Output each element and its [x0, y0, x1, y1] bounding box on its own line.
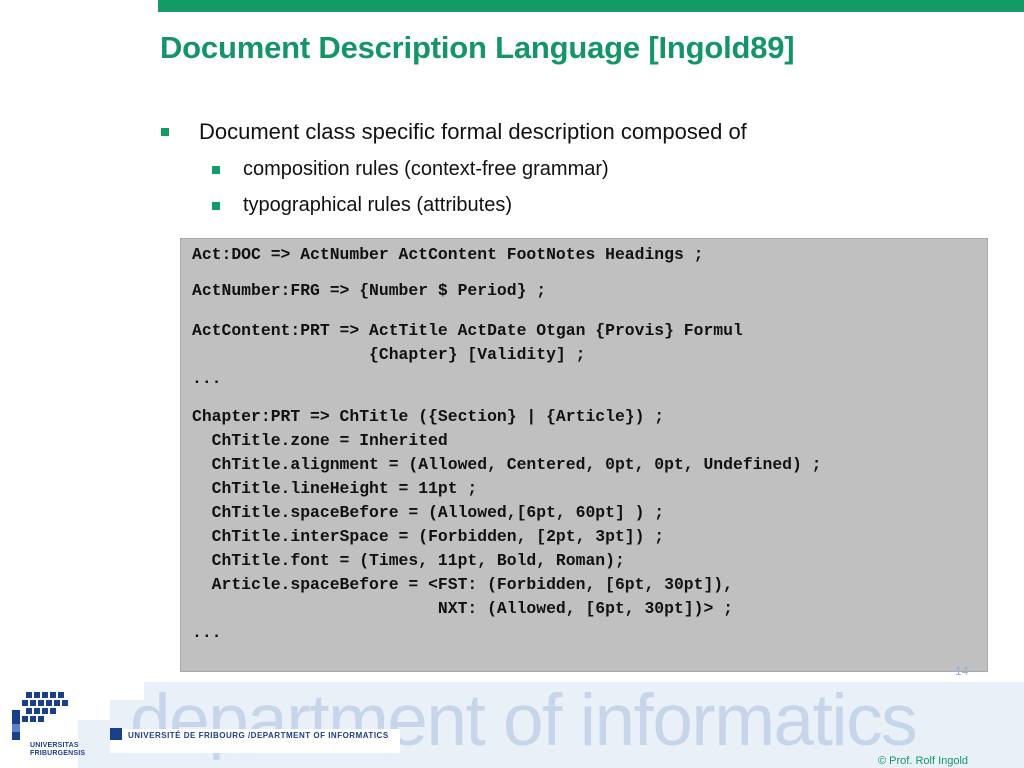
code-line: ChTitle.interSpace = (Forbidden, [2pt, 3… — [192, 527, 665, 546]
bullet-text: typographical rules (attributes) — [243, 194, 513, 216]
bullet-square-icon — [212, 166, 220, 174]
logo-text-line: FRIBURGENSIS — [30, 750, 86, 757]
university-logo-icon — [12, 690, 74, 748]
bullet-item: Document class specific formal descripti… — [161, 119, 747, 145]
code-line: ... — [192, 623, 222, 642]
slide-title: Document Description Language [Ingold89] — [160, 30, 795, 65]
bullet-text: composition rules (context-free grammar) — [243, 158, 609, 180]
logo-text: UNIVERSITAS FRIBURGENSIS — [30, 742, 85, 758]
footer-square-icon — [110, 728, 122, 740]
university-label: UNIVERSITÉ DE FRIBOURG /DEPARTMENT OF IN… — [128, 731, 389, 740]
top-accent-bar — [158, 0, 1024, 12]
code-line: ChTitle.font = (Times, 11pt, Bold, Roman… — [192, 551, 625, 570]
code-line: ChTitle.lineHeight = 11pt ; — [192, 479, 478, 498]
bullet-text: Document class specific formal descripti… — [199, 119, 747, 144]
bullet-square-icon — [212, 202, 220, 210]
page-number: 14 — [955, 664, 969, 678]
code-line: ... — [192, 369, 222, 388]
code-line: Chapter:PRT => ChTitle ({Section} | {Art… — [192, 407, 665, 426]
code-block: Act:DOC => ActNumber ActContent FootNote… — [180, 238, 988, 672]
code-line: NXT: (Allowed, [6pt, 30pt])> ; — [192, 599, 733, 618]
code-line: Act:DOC => ActNumber ActContent FootNote… — [192, 245, 704, 264]
code-line: ChTitle.spaceBefore = (Allowed,[6pt, 60p… — [192, 503, 665, 522]
sub-bullet-item: typographical rules (attributes) — [212, 194, 513, 217]
code-line: ActContent:PRT => ActTitle ActDate Otgan… — [192, 321, 743, 340]
code-line: Article.spaceBefore = <FST: (Forbidden, … — [192, 575, 733, 594]
bullet-square-icon — [161, 128, 169, 136]
code-line: ChTitle.alignment = (Allowed, Centered, … — [192, 455, 822, 474]
sub-bullet-item: composition rules (context-free grammar) — [212, 158, 609, 181]
logo-text-line: UNIVERSITAS — [30, 742, 79, 749]
copyright-notice: © Prof. Rolf Ingold — [878, 755, 969, 767]
code-line: {Chapter} [Validity] ; — [192, 345, 586, 364]
code-line: ActNumber:FRG => {Number $ Period} ; — [192, 281, 547, 300]
code-line: ChTitle.zone = Inherited — [192, 431, 448, 450]
